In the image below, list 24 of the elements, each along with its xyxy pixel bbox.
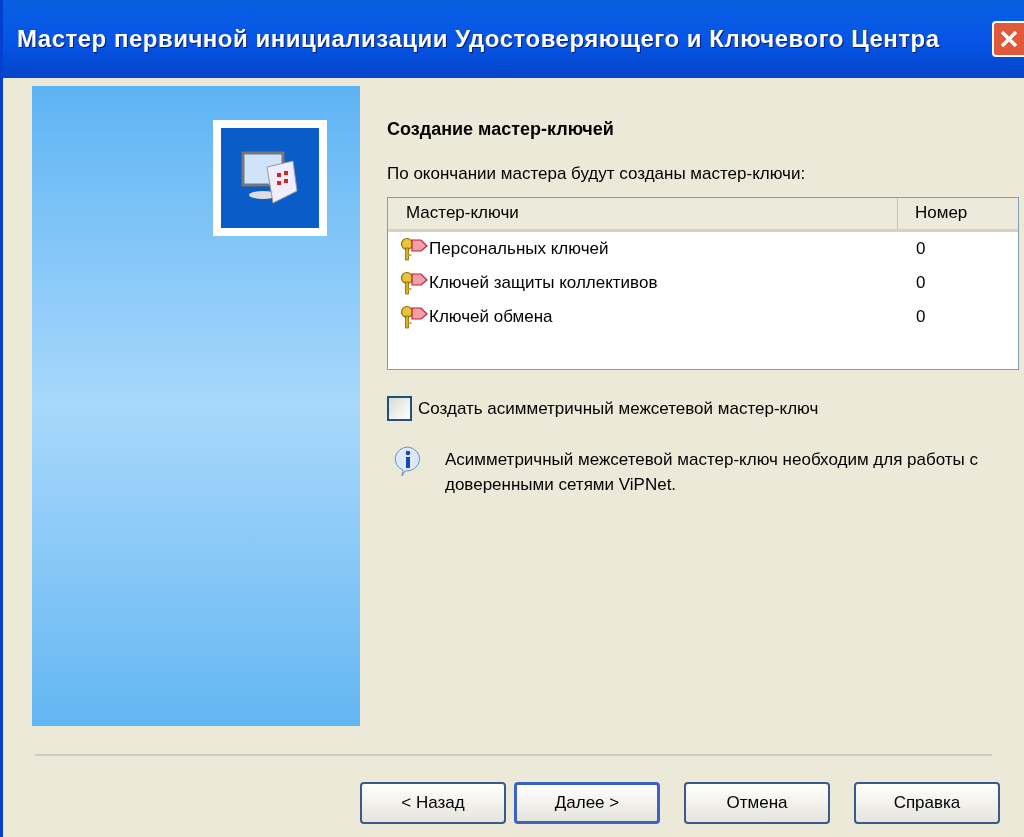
- key-name: Персональных ключей: [429, 237, 609, 260]
- key-number: 0: [916, 237, 926, 260]
- info-icon: [393, 445, 423, 477]
- wizard-button[interactable]: Справка: [854, 782, 1000, 824]
- column-header[interactable]: Номер: [898, 197, 1018, 229]
- window-title: Мастер первичной инициализации Удостоверяющего и Ключевого Центра: [17, 24, 940, 54]
- key-name: Ключей защиты коллективов: [429, 271, 658, 294]
- key-icon: [399, 236, 429, 261]
- key-number: 0: [916, 271, 926, 294]
- key-name: Ключей обмена: [429, 305, 553, 328]
- key-number: 0: [916, 305, 926, 328]
- column-header[interactable]: Мастер-ключи: [388, 197, 898, 229]
- key-icon: [399, 304, 429, 329]
- asymmetric-key-checkbox[interactable]: Создать асимметричный межсетевой мастер-ключ: [387, 395, 1019, 421]
- wizard-button[interactable]: < Назад: [360, 782, 506, 824]
- key-icon: [399, 270, 429, 295]
- close-icon: [999, 29, 1019, 49]
- intro-text: По окончании мастера будут созданы мастер-ключи:: [387, 163, 807, 185]
- wizard-button[interactable]: Далее >: [514, 782, 660, 824]
- computer-icon: [213, 120, 327, 236]
- close-button[interactable]: [992, 21, 1024, 57]
- wizard-button[interactable]: Отмена: [684, 782, 830, 824]
- page-heading: Создание мастер-ключей: [387, 118, 615, 141]
- info-text: Асимметричный межсетевой мастер-ключ необходим для работы с доверенными сетями ViPNet.: [445, 449, 980, 496]
